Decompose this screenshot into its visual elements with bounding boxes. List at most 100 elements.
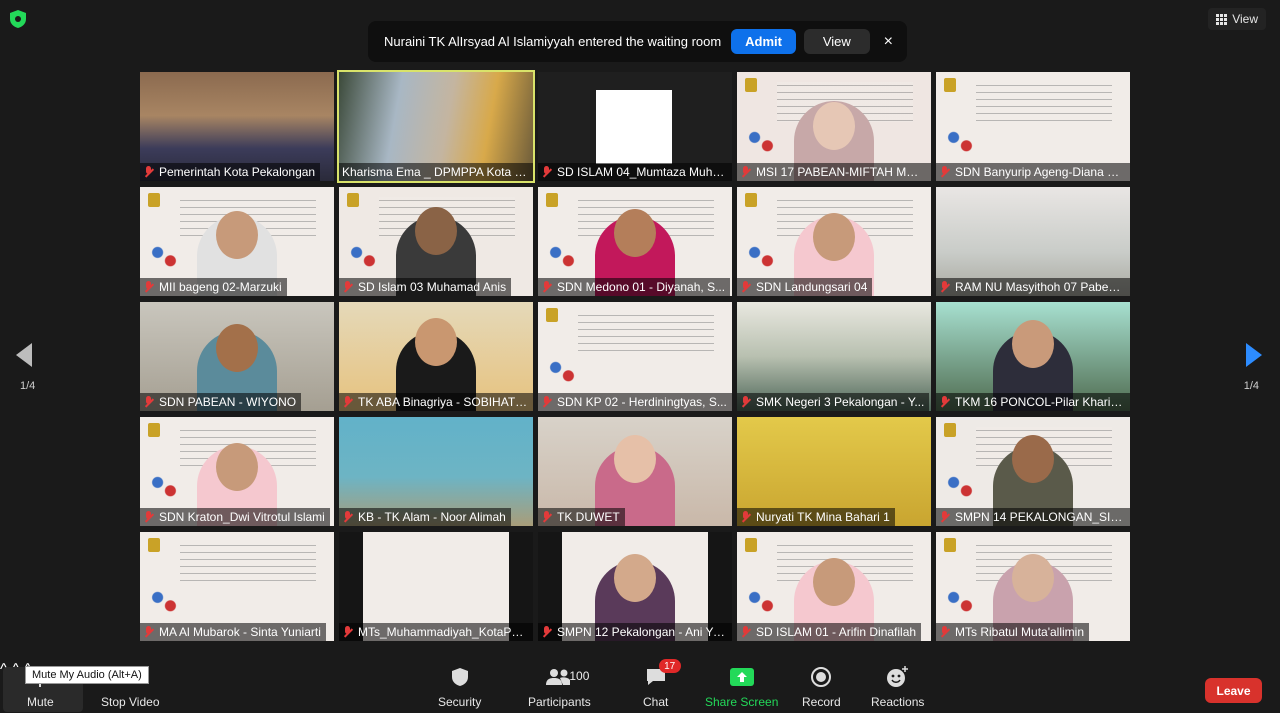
participant-name-tag: TK DUWET xyxy=(538,508,625,526)
participant-name-tag: SDN Banyurip Ageng-Diana K... xyxy=(936,163,1130,181)
notification-message: Nuraini TK AlIrsyad Al Islamiyyah entere… xyxy=(384,34,722,49)
slide-illustration xyxy=(347,244,379,272)
muted-microphone-icon xyxy=(143,510,155,524)
video-tile[interactable]: Kharisma Ema _ DPMPPA Kota P... xyxy=(337,70,535,183)
video-tile[interactable]: SDN KP 02 - Herdiningtyas, S... xyxy=(538,302,732,411)
leave-button[interactable]: Leave xyxy=(1205,678,1262,703)
video-tile[interactable]: SD ISLAM 01 - Arifin Dinafilah xyxy=(737,532,931,641)
slide-logo xyxy=(148,193,160,207)
share-screen-button[interactable]: Share Screen xyxy=(705,661,778,709)
slide-illustration xyxy=(944,589,976,617)
grid-icon xyxy=(1216,13,1228,25)
participant-face xyxy=(1012,320,1054,368)
video-tile[interactable]: SD Islam 03 Muhamad Anis xyxy=(339,187,533,296)
white-screen xyxy=(596,90,672,164)
participant-name: MTs_Muhammadiyah_KotaPek... xyxy=(358,625,528,639)
muted-microphone-icon xyxy=(342,510,354,524)
page-indicator-left: 1/4 xyxy=(20,380,36,392)
previous-page-arrow-icon[interactable] xyxy=(16,343,32,367)
video-tile[interactable]: TK DUWET xyxy=(538,417,732,526)
slide-logo xyxy=(546,308,558,322)
record-button[interactable]: Record xyxy=(802,661,841,709)
participant-name-tag: SD ISLAM 01 - Arifin Dinafilah xyxy=(737,623,922,641)
video-tile[interactable]: SMPN 12 Pekalongan - Ani Yu... xyxy=(538,532,732,641)
share-screen-icon xyxy=(729,668,754,686)
participant-name-tag: SD ISLAM 04_Mumtaza Muhaj... xyxy=(538,163,732,181)
chat-button[interactable]: 17 Chat xyxy=(643,659,681,709)
meeting-toolbar: Mute ^ Stop Video Security xyxy=(0,659,1280,713)
video-tile[interactable]: MSI 17 PABEAN-MIFTAH MUC... xyxy=(737,72,931,181)
page-indicator-right: 1/4 xyxy=(1243,380,1259,392)
video-tile[interactable]: Pemerintah Kota Pekalongan xyxy=(140,72,334,181)
participant-name: SDN Banyurip Ageng-Diana K... xyxy=(955,165,1125,179)
record-label: Record xyxy=(802,695,841,709)
view-layout-button[interactable]: View xyxy=(1208,8,1266,30)
next-page-arrow-icon[interactable] xyxy=(1246,343,1262,367)
video-tile[interactable]: SDN Banyurip Ageng-Diana K... xyxy=(936,72,1130,181)
security-shield-icon xyxy=(451,668,468,686)
slide-illustration xyxy=(944,129,976,157)
muted-microphone-icon xyxy=(740,395,752,409)
chat-label: Chat xyxy=(643,695,669,709)
participant-name: MII bageng 02-Marzuki xyxy=(159,280,282,294)
muted-microphone-icon xyxy=(143,280,155,294)
video-tile[interactable]: Nuryati TK Mina Bahari 1 xyxy=(737,417,931,526)
video-tile[interactable]: SMK Negeri 3 Pekalongan - Y... xyxy=(737,302,931,411)
muted-microphone-icon xyxy=(740,625,752,639)
video-tile[interactable]: RAM NU Masyithoh 07 Pabea... xyxy=(936,187,1130,296)
slide-logo xyxy=(148,538,160,552)
participant-name: Pemerintah Kota Pekalongan xyxy=(159,165,316,179)
participant-name: SD Islam 03 Muhamad Anis xyxy=(358,280,507,294)
participant-name: MSI 17 PABEAN-MIFTAH MUC... xyxy=(756,165,926,179)
view-waiting-room-button[interactable]: View xyxy=(803,29,870,54)
reactions-button[interactable]: Reactions xyxy=(871,661,924,709)
participant-name-tag: SD Islam 03 Muhamad Anis xyxy=(339,278,512,296)
video-tile[interactable]: SDN Landungsari 04 xyxy=(737,187,931,296)
slide-illustration xyxy=(546,244,578,272)
shield-icon[interactable] xyxy=(10,10,26,28)
participant-name-tag: MTs_Muhammadiyah_KotaPek... xyxy=(339,623,533,641)
participant-name: RAM NU Masyithoh 07 Pabea... xyxy=(955,280,1125,294)
close-icon[interactable]: × xyxy=(884,33,893,51)
slide-illustration xyxy=(148,474,180,502)
smiley-plus-icon xyxy=(886,666,908,687)
admit-button[interactable]: Admit xyxy=(731,29,796,54)
muted-microphone-icon xyxy=(740,510,752,524)
video-tile[interactable]: SDN Kraton_Dwi Vitrotul Islami xyxy=(140,417,334,526)
participant-face xyxy=(614,554,656,602)
muted-microphone-icon xyxy=(143,625,155,639)
muted-microphone-icon xyxy=(740,280,752,294)
participants-button[interactable]: 100 Participants xyxy=(528,661,591,709)
video-tile[interactable]: SDN PABEAN - WIYONO xyxy=(140,302,334,411)
participant-name-tag: Pemerintah Kota Pekalongan xyxy=(140,163,321,181)
video-tile[interactable]: SMPN 14 PEKALONGAN_SITI ... xyxy=(936,417,1130,526)
share-screen-label: Share Screen xyxy=(705,695,779,709)
participant-name: SDN Landungsari 04 xyxy=(756,280,868,294)
video-tile[interactable]: KB - TK Alam - Noor Alimah xyxy=(339,417,533,526)
participants-count: 100 xyxy=(569,669,590,683)
video-tile[interactable]: MA Al Mubarok - Sinta Yuniarti xyxy=(140,532,334,641)
participant-face xyxy=(813,102,855,150)
security-button[interactable]: Security xyxy=(438,661,481,709)
slide-logo xyxy=(944,78,956,92)
video-tile[interactable]: TK ABA Binagriya - SOBIHATI, ... xyxy=(339,302,533,411)
participant-name: TKM 16 PONCOL-Pilar Kharis... xyxy=(955,395,1125,409)
video-tile[interactable]: MTs Ribatul Muta'allimin xyxy=(936,532,1130,641)
muted-microphone-icon xyxy=(939,395,951,409)
participant-face xyxy=(813,213,855,261)
muted-microphone-icon xyxy=(541,395,553,409)
video-tile[interactable]: SD ISLAM 04_Mumtaza Muhaj... xyxy=(538,72,732,181)
video-tile[interactable]: SDN Medono 01 - Diyanah, S... xyxy=(538,187,732,296)
muted-microphone-icon xyxy=(541,625,553,639)
participant-face xyxy=(415,207,457,255)
zoom-meeting-window: View Nuraini TK AlIrsyad Al Islamiyyah e… xyxy=(0,0,1280,713)
participant-face xyxy=(614,209,656,257)
slide-logo xyxy=(745,78,757,92)
video-tile[interactable]: TKM 16 PONCOL-Pilar Kharis... xyxy=(936,302,1130,411)
reactions-label: Reactions xyxy=(871,695,925,709)
video-tile[interactable]: MTs_Muhammadiyah_KotaPek... xyxy=(339,532,533,641)
participant-name: SDN PABEAN - WIYONO xyxy=(159,395,297,409)
participant-name: SD ISLAM 01 - Arifin Dinafilah xyxy=(756,625,917,639)
participants-label: Participants xyxy=(528,695,591,709)
video-tile[interactable]: MII bageng 02-Marzuki xyxy=(140,187,334,296)
